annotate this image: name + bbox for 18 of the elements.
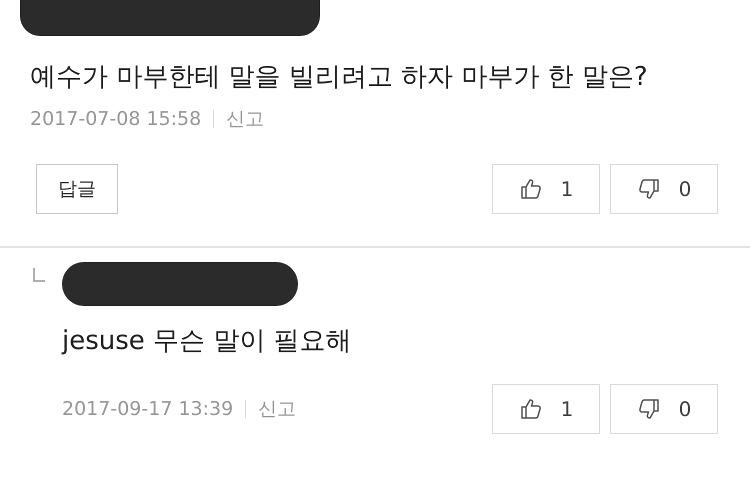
reply-text: jesuse 무슨 말이 필요해 bbox=[62, 325, 353, 358]
thumbs-down-icon bbox=[636, 177, 661, 201]
thumbs-up-icon bbox=[518, 177, 543, 201]
thumbs-down-icon bbox=[636, 397, 661, 421]
like-count: 1 bbox=[560, 177, 574, 201]
dislike-count: 0 bbox=[678, 177, 692, 201]
comment-date: 2017-09-17 13:39 bbox=[62, 398, 234, 420]
dislike-button[interactable]: 0 bbox=[610, 164, 718, 214]
comment-date: 2017-07-08 15:58 bbox=[30, 108, 202, 130]
like-button[interactable]: 1 bbox=[492, 164, 600, 214]
like-count: 1 bbox=[560, 397, 574, 421]
reply-button[interactable]: 답글 bbox=[36, 164, 118, 214]
reply-corner-icon bbox=[33, 268, 45, 282]
comment-text: 예수가 마부한테 말을 빌리려고 하자 마부가 한 말은? bbox=[30, 61, 649, 94]
thumbs-up-icon bbox=[518, 397, 543, 421]
like-button[interactable]: 1 bbox=[492, 384, 600, 434]
dislike-button[interactable]: 0 bbox=[610, 384, 718, 434]
dislike-count: 0 bbox=[678, 397, 692, 421]
